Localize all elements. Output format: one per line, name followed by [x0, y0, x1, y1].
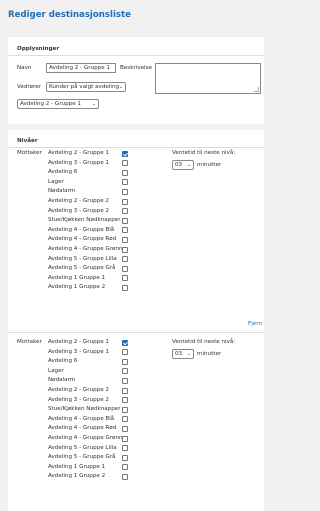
- recipient-item-label: Stue/Kjøkken Nødknapper: [48, 406, 121, 413]
- recipient-item-label: Avdeling 4 - Gruppe Grønn: [48, 246, 123, 252]
- recipient-checkbox[interactable]: [122, 406, 128, 413]
- department-select-value: Avdeling 2 - Gruppe 1: [20, 101, 81, 107]
- chevron-down-icon: ⌄: [186, 162, 191, 168]
- wait-unit-label: minutter: [197, 162, 222, 168]
- wait-select[interactable]: 03 ⌄: [172, 160, 194, 170]
- wait-unit-label: minutter: [197, 351, 222, 357]
- recipient-checkbox[interactable]: [122, 198, 128, 205]
- recipient-checkbox[interactable]: [122, 246, 128, 253]
- recipient-checkbox[interactable]: [122, 445, 128, 452]
- recipient-item-label: Avdeling 4 - Gruppe Blå: [48, 226, 115, 233]
- chevron-down-icon: ⌄: [91, 101, 96, 107]
- recipient-item-label: Avdeling 6: [48, 169, 78, 176]
- wait-select-value: 03: [175, 162, 183, 168]
- recipient-item-label: Avdeling 4 - Gruppe Blå: [48, 415, 115, 422]
- recipient-checkbox[interactable]: [122, 464, 128, 471]
- recipient-checkbox[interactable]: [122, 236, 128, 243]
- remove-level-link[interactable]: Fjern: [248, 321, 262, 327]
- recipient-checkbox[interactable]: [122, 256, 128, 263]
- info-divider: [8, 55, 264, 56]
- recipient-checkbox[interactable]: [122, 284, 128, 291]
- wait-select[interactable]: 03 ⌄: [172, 349, 194, 359]
- recipient-item-label: Avdeling 6: [48, 358, 78, 365]
- recipient-item-label: Avdeling 4 - Gruppe Grønn: [48, 435, 123, 441]
- recipient-checkbox[interactable]: [122, 473, 128, 480]
- recipient-label: Mottaker: [17, 150, 42, 156]
- page-title: Rediger destinasjonsliste: [8, 10, 131, 20]
- recipient-item-label: Lager: [48, 367, 64, 374]
- recipient-item-label: Nødalarm: [48, 188, 76, 195]
- recipient-item-label: Avdeling 5 - Gruppe Lilla: [48, 444, 117, 451]
- recipient-checkbox[interactable]: [122, 368, 128, 375]
- concerns-label: Vedrører: [17, 84, 42, 90]
- wait-select-value: 03: [175, 351, 183, 357]
- recipient-item-label: Avdeling 1 Gruppe 1: [48, 463, 106, 470]
- recipient-checkbox[interactable]: [122, 358, 128, 365]
- recipient-item-label: Avdeling 2 - Gruppe 1: [48, 339, 109, 345]
- info-section-title: Opplysninger: [17, 46, 60, 52]
- recipient-checkbox[interactable]: [122, 435, 128, 442]
- recipient-checkbox[interactable]: [122, 425, 128, 432]
- recipient-item-label: Avdeling 5 - Gruppe Grå: [48, 265, 116, 272]
- recipient-item-label: Avdeling 5 - Gruppe Grå: [48, 454, 116, 461]
- recipient-item-label: Nødalarm: [48, 377, 76, 384]
- recipient-checkbox[interactable]: [122, 416, 128, 423]
- department-select[interactable]: Avdeling 2 - Gruppe 1 ⌄: [17, 99, 99, 109]
- resize-grip-icon[interactable]: [254, 87, 259, 92]
- recipient-checkbox[interactable]: [122, 160, 128, 167]
- chevron-down-icon: ⌄: [186, 351, 191, 357]
- recipient-checkbox[interactable]: [122, 265, 128, 272]
- recipient-item-label: Avdeling 2 - Gruppe 2: [48, 387, 109, 393]
- level-divider: [8, 332, 264, 333]
- levels-divider: [8, 147, 264, 148]
- recipient-item-label: Avdeling 1 Gruppe 2: [48, 473, 106, 480]
- levels-panel: [8, 130, 264, 511]
- recipient-item-label: Stue/Kjøkken Nødknapper: [48, 217, 121, 224]
- concerns-select-value: Kunder på valgt avdeling: [49, 84, 120, 90]
- description-label: Beskrivelse: [120, 65, 152, 71]
- name-label: Navn: [17, 65, 32, 71]
- recipient-checkbox[interactable]: [122, 397, 128, 404]
- recipient-item-label: Avdeling 4 - Gruppe Rød: [48, 425, 117, 432]
- recipient-checkbox[interactable]: [122, 349, 128, 356]
- recipient-item-label: Avdeling 3 - Gruppe 1: [48, 159, 109, 166]
- chevron-down-icon: ⌄: [118, 84, 123, 90]
- wait-label: Ventetid til neste nivå:: [172, 150, 236, 156]
- recipient-checkbox[interactable]: [122, 339, 128, 346]
- recipient-item-label: Avdeling 5 - Gruppe Lilla: [48, 255, 117, 262]
- wait-label: Ventetid til neste nivå:: [172, 339, 236, 345]
- recipient-item-label: Avdeling 1 Gruppe 1: [48, 274, 106, 281]
- recipient-item-label: Avdeling 3 - Gruppe 1: [48, 348, 109, 355]
- concerns-select[interactable]: Kunder på valgt avdeling ⌄: [46, 82, 126, 92]
- recipient-item-label: Avdeling 2 - Gruppe 1: [48, 150, 109, 156]
- name-input[interactable]: Avdeling 2 - Gruppe 1: [46, 63, 116, 73]
- recipient-checkbox[interactable]: [122, 275, 128, 282]
- recipient-checkbox[interactable]: [122, 150, 128, 157]
- recipient-checkbox[interactable]: [122, 217, 128, 224]
- recipient-checkbox[interactable]: [122, 179, 128, 186]
- recipient-checkbox[interactable]: [122, 169, 128, 176]
- recipient-checkbox[interactable]: [122, 188, 128, 195]
- recipient-checkbox[interactable]: [122, 454, 128, 461]
- recipient-item-label: Avdeling 3 - Gruppe 2: [48, 207, 109, 214]
- recipient-checkbox[interactable]: [122, 227, 128, 234]
- recipient-checkbox[interactable]: [122, 377, 128, 384]
- description-textarea[interactable]: [155, 63, 261, 94]
- recipient-item-label: Avdeling 2 - Gruppe 2: [48, 198, 109, 204]
- recipient-item-label: Avdeling 3 - Gruppe 2: [48, 396, 109, 403]
- levels-section-title: Nivåer: [17, 138, 38, 144]
- recipient-label: Mottaker: [17, 339, 42, 345]
- recipient-item-label: Avdeling 4 - Gruppe Rød: [48, 236, 117, 243]
- recipient-checkbox[interactable]: [122, 387, 128, 394]
- recipient-checkbox[interactable]: [122, 208, 128, 215]
- recipient-item-label: Lager: [48, 178, 64, 185]
- recipient-item-label: Avdeling 1 Gruppe 2: [48, 284, 106, 291]
